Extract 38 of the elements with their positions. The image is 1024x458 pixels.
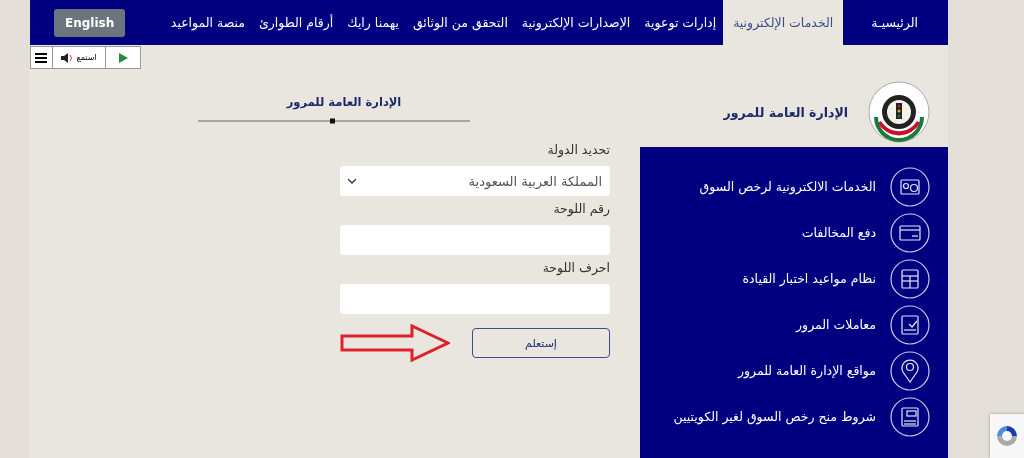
nav-tab[interactable]: منصة المواعيد [163, 0, 253, 45]
nav-tab[interactable]: التحقق من الوثائق [405, 0, 515, 45]
service-link[interactable]: معاملات المرور [796, 315, 876, 335]
nav-tab[interactable]: الإصدارات الإلكترونية [514, 0, 638, 45]
field-label: احرف اللوحة [541, 260, 610, 275]
country-select[interactable]: المملكة العربية السعودية [340, 166, 610, 196]
field-label: رقم اللوحة [552, 201, 610, 216]
nav-tab[interactable]: الخدمات الإلكترونية [723, 0, 844, 45]
license-icon [890, 167, 930, 207]
form-title: الإدارة العامة للمرور [286, 95, 402, 109]
service-link[interactable]: مواقع الإدارة العامة للمرور [737, 361, 876, 381]
arrow-icon [340, 324, 450, 362]
pdf-icon [890, 397, 930, 437]
nav-tab[interactable]: إدارات توعوية [637, 0, 724, 45]
field-label: تحديد الدولة [546, 142, 610, 157]
nav-tab[interactable]: يهمنا رايك [340, 0, 406, 45]
play-icon [118, 52, 128, 63]
emblem-logo [868, 81, 930, 143]
service-link[interactable]: شروط منح رخص السوق لغير الكويتيين [673, 407, 876, 427]
service-link[interactable]: نظام مواعيد اختبار القيادة [742, 269, 876, 289]
captcha-icon [995, 424, 1019, 448]
nav-tab[interactable]: أرقام الطوارئ [252, 0, 341, 45]
input-field[interactable] [340, 225, 610, 255]
chevron-icon [348, 178, 356, 184]
captcha-badge[interactable] [990, 414, 1024, 458]
service-link[interactable]: دفع المخالفات [801, 223, 876, 243]
service-link[interactable]: الخدمات الالكترونية لرخص السوق [699, 177, 876, 197]
inquire-button[interactable]: إستعلم [472, 328, 610, 358]
checklist-icon [890, 305, 930, 345]
card-icon [890, 213, 930, 253]
location-icon [890, 351, 930, 391]
brand-title: الإدارة العامة للمرور [723, 104, 848, 120]
language-button[interactable]: English [54, 8, 126, 37]
speaker-icon [61, 52, 74, 63]
nav-tab[interactable]: الرئيسيـة [843, 0, 948, 45]
input-field[interactable] [340, 284, 610, 314]
menu-icon [35, 52, 48, 63]
calendar-icon [890, 259, 930, 299]
